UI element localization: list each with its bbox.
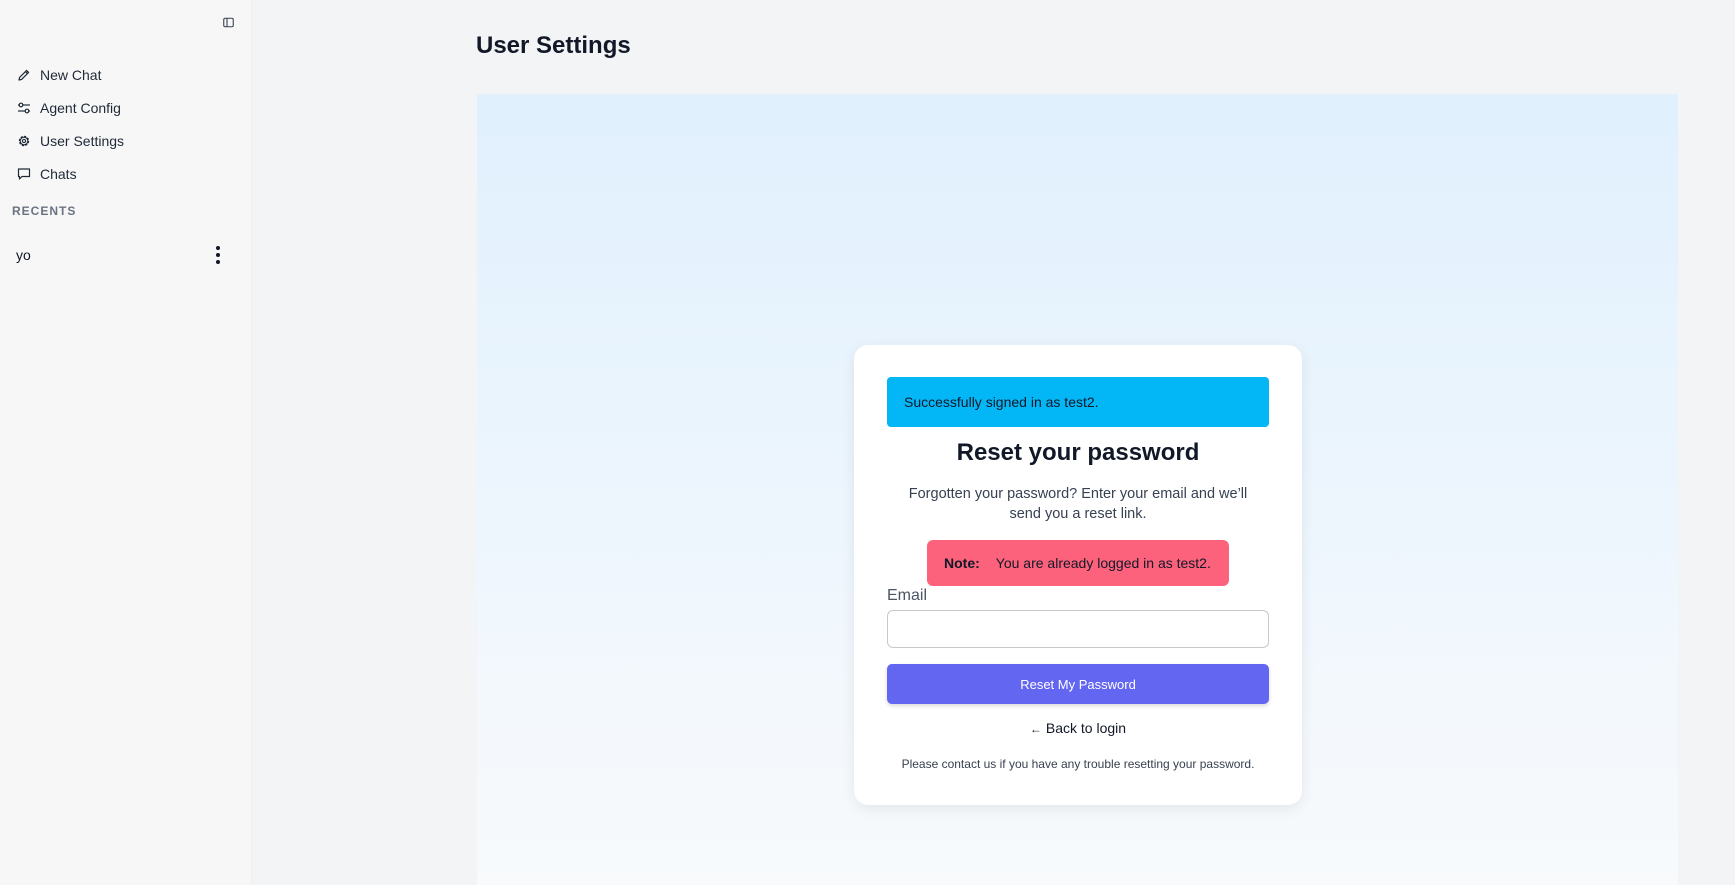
app-root: New Chat Agent Config User Settings Chat… (0, 0, 1735, 885)
sidebar: New Chat Agent Config User Settings Chat… (0, 0, 252, 885)
sidebar-item-chats[interactable]: Chats (0, 157, 251, 190)
main-content: User Settings Successfully signed in as … (252, 0, 1735, 885)
note-label: Note: (944, 555, 980, 571)
card-title: Reset your password (956, 439, 1200, 466)
sidebar-item-agent-config[interactable]: Agent Config (0, 91, 251, 124)
email-label: Email (887, 587, 928, 604)
reset-password-button[interactable]: Reset My Password (887, 664, 1269, 704)
sidebar-collapse-icon[interactable] (220, 14, 236, 30)
back-to-login-link[interactable]: ← Back to login (854, 720, 1302, 736)
sidebar-item-user-settings[interactable]: User Settings (0, 124, 251, 157)
gear-icon (17, 134, 31, 148)
back-to-login-label: Back to login (1045, 720, 1127, 736)
reset-password-card: Successfully signed in as test2. Reset y… (854, 345, 1302, 805)
success-alert-text: Successfully signed in as test2. (904, 394, 1099, 410)
kebab-menu-icon[interactable] (210, 244, 226, 266)
recent-chat-label: yo (16, 247, 31, 263)
help-text: Please contact us if you have any troubl… (901, 757, 1255, 771)
card-subtitle: Forgotten your password? Enter your emai… (908, 486, 1248, 522)
sidebar-item-label: New Chat (40, 66, 102, 83)
success-alert: Successfully signed in as test2. (887, 377, 1269, 427)
recents-heading: RECENTS (12, 204, 77, 218)
back-arrow-icon: ← (1029, 722, 1042, 736)
sidebar-item-label: User Settings (40, 132, 125, 149)
chat-bubble-icon (17, 167, 31, 181)
sliders-icon (17, 101, 31, 115)
sidebar-item-label: Agent Config (40, 99, 121, 116)
note-text: You are already logged in as test2. (995, 555, 1211, 571)
pencil-icon (17, 68, 31, 82)
settings-panel: Successfully signed in as test2. Reset y… (477, 94, 1678, 885)
sidebar-nav: New Chat Agent Config User Settings Chat… (0, 58, 251, 190)
page-title: User Settings (476, 32, 631, 59)
recent-chat-item[interactable]: yo (0, 243, 240, 267)
email-field[interactable] (887, 610, 1269, 648)
sidebar-item-label: Chats (40, 165, 77, 182)
sidebar-item-new-chat[interactable]: New Chat (0, 58, 251, 91)
note-alert: Note: You are already logged in as test2… (927, 540, 1229, 586)
